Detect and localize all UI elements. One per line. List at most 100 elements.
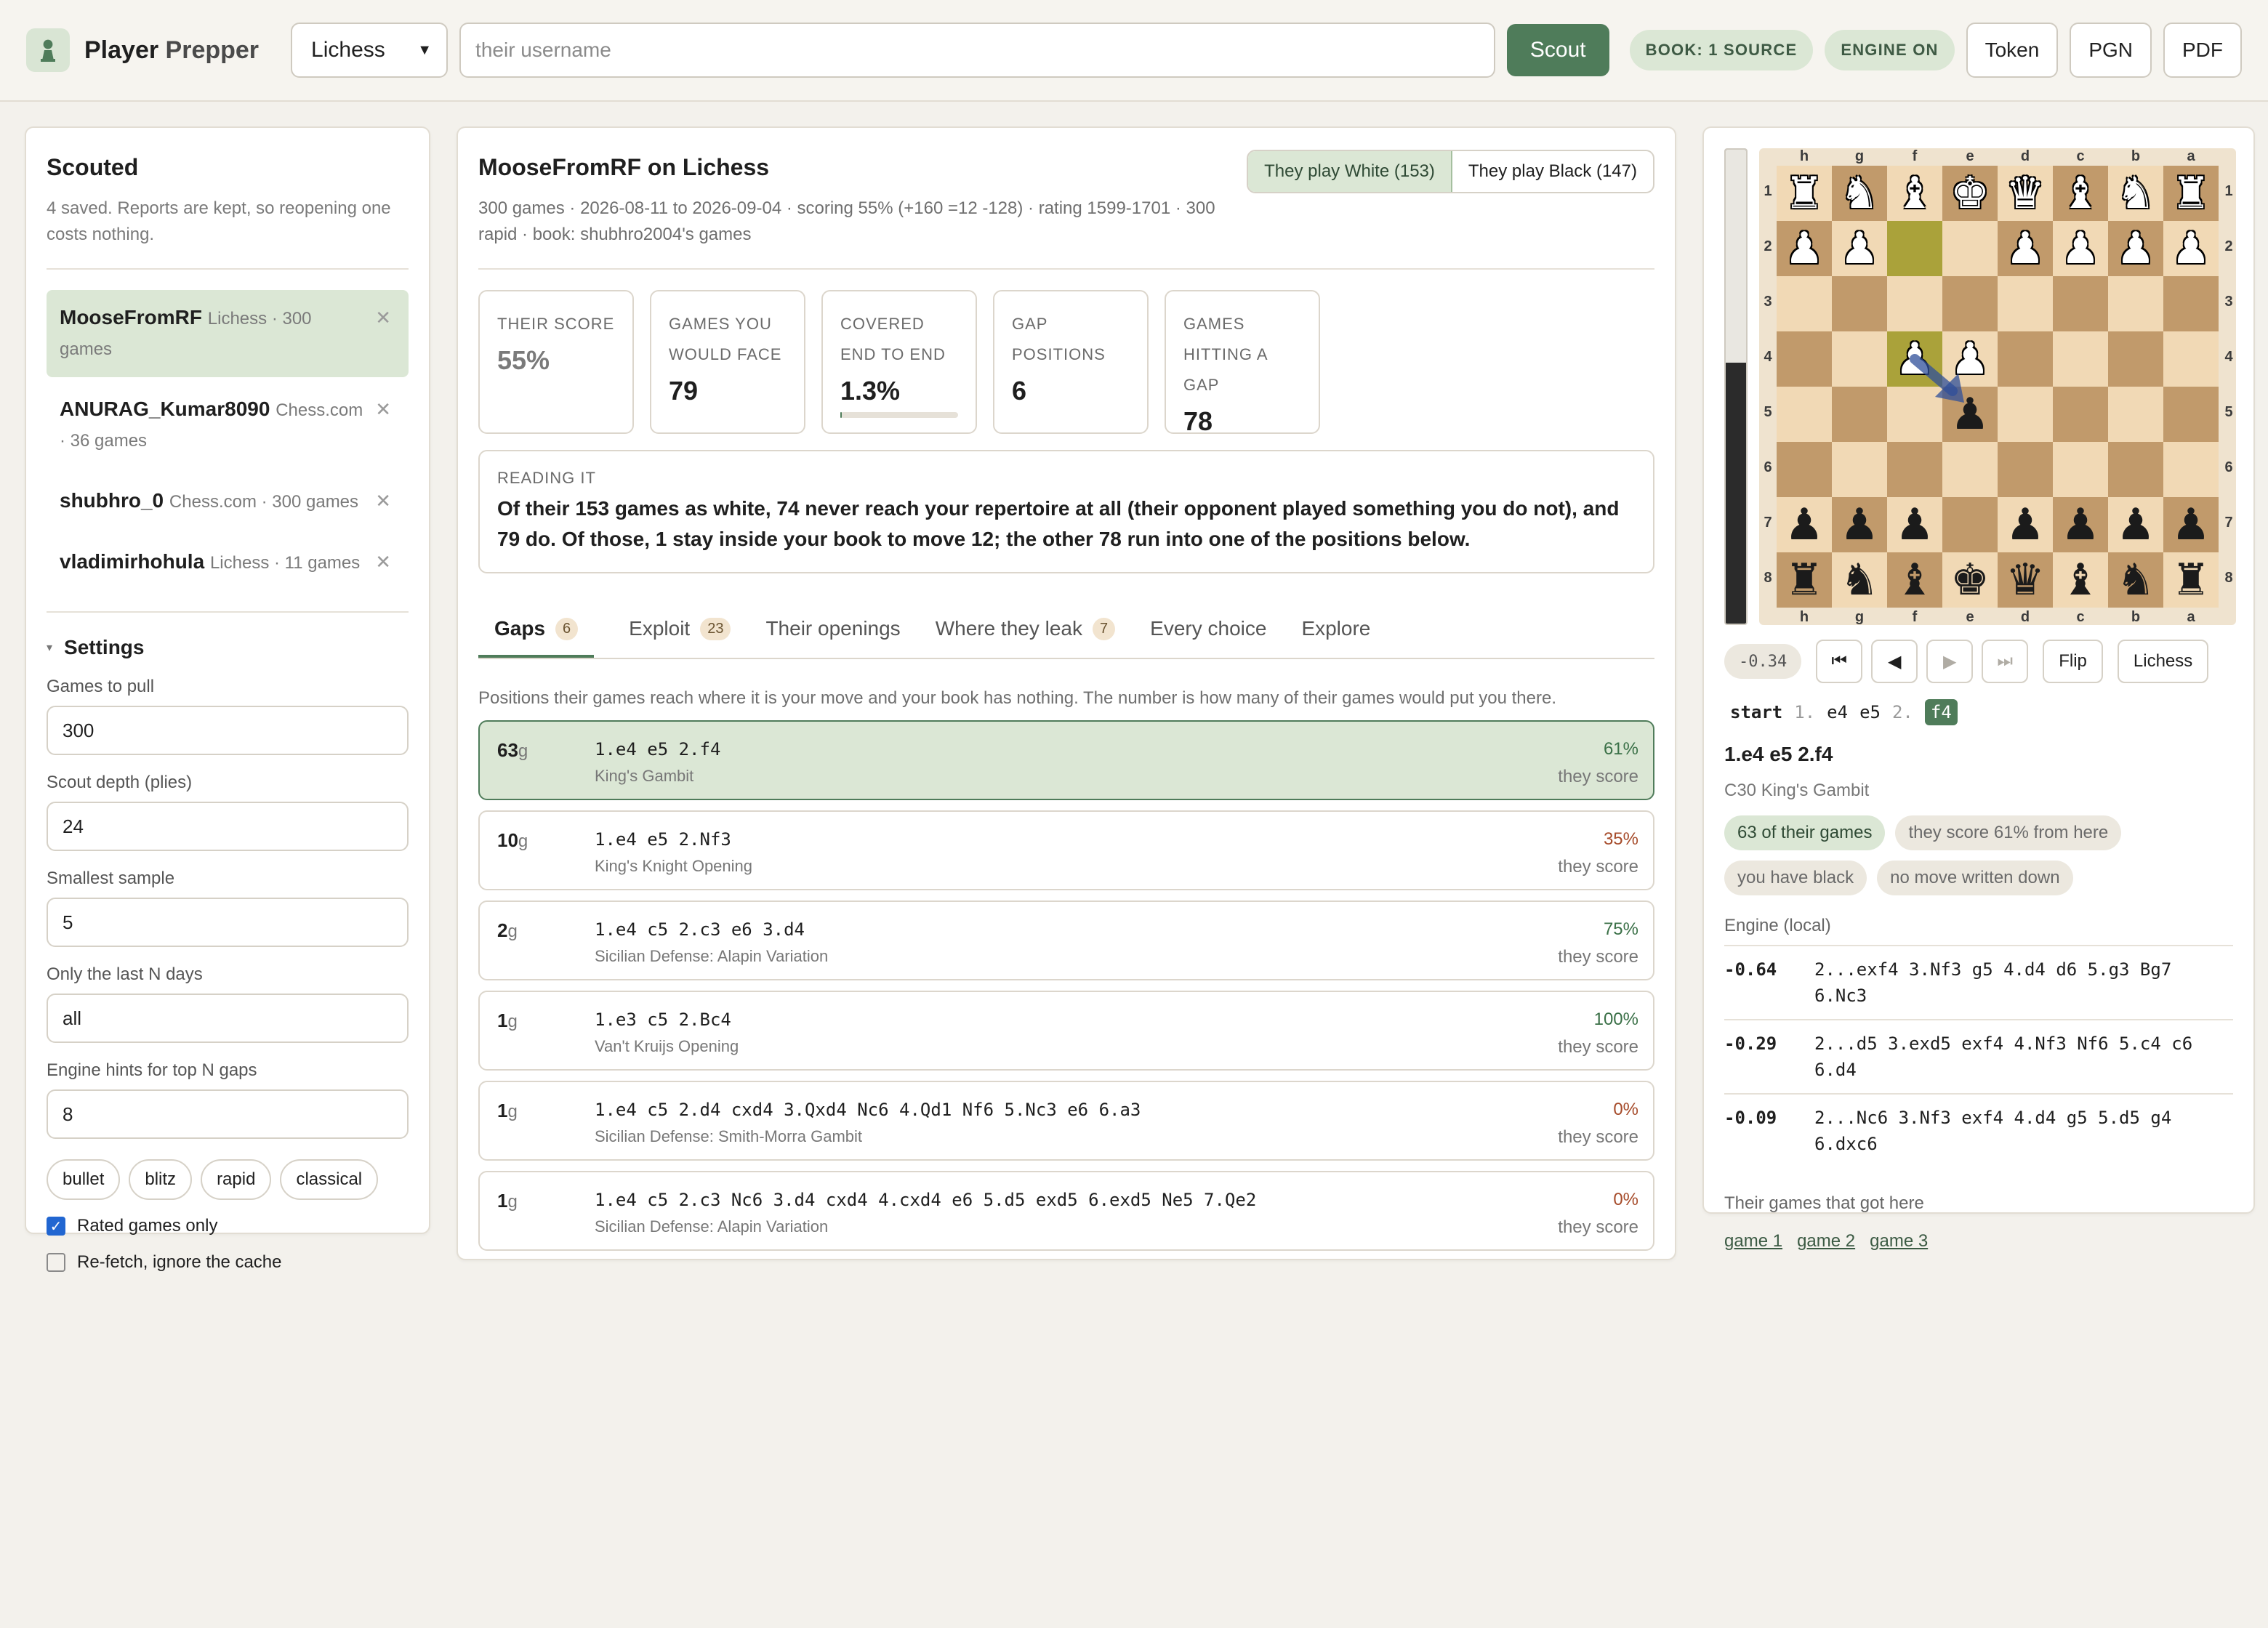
white-pawn-icon[interactable]: ♟ xyxy=(1895,337,1934,381)
square-e1[interactable]: ♚ xyxy=(1942,166,1998,221)
square-b5[interactable] xyxy=(2108,387,2163,442)
square-e8[interactable]: ♚ xyxy=(1942,552,1998,608)
square-c1[interactable]: ♝ xyxy=(2053,166,2108,221)
square-a7[interactable]: ♟ xyxy=(2163,497,2219,552)
square-c7[interactable]: ♟ xyxy=(2053,497,2108,552)
game-link[interactable]: game 2 xyxy=(1797,1231,1855,1252)
black-knight-icon[interactable]: ♞ xyxy=(2116,558,2155,602)
speed-chip-rapid[interactable]: rapid xyxy=(201,1159,272,1200)
square-a4[interactable] xyxy=(2163,331,2219,387)
square-a5[interactable] xyxy=(2163,387,2219,442)
move-e5[interactable]: e5 xyxy=(1859,702,1881,722)
white-pawn-icon[interactable]: ♟ xyxy=(1785,227,1824,270)
square-b6[interactable] xyxy=(2108,442,2163,497)
square-b3[interactable] xyxy=(2108,276,2163,331)
tab-their-openings[interactable]: Their openings xyxy=(765,617,900,658)
white-bishop-icon[interactable]: ♝ xyxy=(1895,172,1934,215)
square-g7[interactable]: ♟ xyxy=(1832,497,1887,552)
prev-move-icon[interactable]: ◀ xyxy=(1871,640,1918,683)
first-move-icon[interactable]: ⏮ xyxy=(1816,640,1863,683)
square-g2[interactable]: ♟ xyxy=(1832,221,1887,276)
last-move-icon[interactable]: ⏭ xyxy=(1982,640,2029,683)
black-king-icon[interactable]: ♚ xyxy=(1950,558,1990,602)
move-start[interactable]: start xyxy=(1730,702,1782,722)
square-d6[interactable] xyxy=(1998,442,2053,497)
gap-row[interactable]: 2g 1.e4 c5 2.c3 e6 3.d4 Sicilian Defense… xyxy=(478,900,1654,980)
tab-every-choice[interactable]: Every choice xyxy=(1150,617,1266,658)
black-pawn-icon[interactable]: ♟ xyxy=(1950,392,1990,436)
close-icon[interactable]: ✕ xyxy=(375,547,391,576)
white-rook-icon[interactable]: ♜ xyxy=(2171,172,2211,215)
flip-button[interactable]: Flip xyxy=(2043,640,2103,683)
square-d2[interactable]: ♟ xyxy=(1998,221,2053,276)
refetch-option[interactable]: Re-fetch, ignore the cache xyxy=(47,1252,409,1273)
move-f4[interactable]: f4 xyxy=(1924,699,1958,725)
gap-row[interactable]: 10g 1.e4 e5 2.Nf3 King's Knight Opening … xyxy=(478,810,1654,890)
games-to-pull-input[interactable]: 300 xyxy=(47,706,409,755)
square-e3[interactable] xyxy=(1942,276,1998,331)
square-c3[interactable] xyxy=(2053,276,2108,331)
username-input[interactable] xyxy=(459,23,1495,78)
square-b4[interactable] xyxy=(2108,331,2163,387)
square-g3[interactable] xyxy=(1832,276,1887,331)
last-n-days-input[interactable]: all xyxy=(47,994,409,1043)
smallest-sample-input[interactable]: 5 xyxy=(47,898,409,947)
engine-line[interactable]: -0.29 2...d5 3.exd5 exf4 4.Nf3 Nf6 5.c4 c… xyxy=(1724,1020,2233,1095)
square-a8[interactable]: ♜ xyxy=(2163,552,2219,608)
square-b2[interactable]: ♟ xyxy=(2108,221,2163,276)
white-queen-icon[interactable]: ♛ xyxy=(2006,172,2045,215)
square-h1[interactable]: ♜ xyxy=(1777,166,1832,221)
square-b1[interactable]: ♞ xyxy=(2108,166,2163,221)
white-pawn-icon[interactable]: ♟ xyxy=(2116,227,2155,270)
white-knight-icon[interactable]: ♞ xyxy=(1840,172,1879,215)
square-g8[interactable]: ♞ xyxy=(1832,552,1887,608)
square-a1[interactable]: ♜ xyxy=(2163,166,2219,221)
next-move-icon[interactable]: ▶ xyxy=(1926,640,1974,683)
square-a3[interactable] xyxy=(2163,276,2219,331)
square-d7[interactable]: ♟ xyxy=(1998,497,2053,552)
square-h5[interactable] xyxy=(1777,387,1832,442)
square-e2[interactable] xyxy=(1942,221,1998,276)
engine-hints-input[interactable]: 8 xyxy=(47,1089,409,1139)
square-c2[interactable]: ♟ xyxy=(2053,221,2108,276)
square-g1[interactable]: ♞ xyxy=(1832,166,1887,221)
tab-exploit[interactable]: Exploit 23 xyxy=(629,617,731,658)
square-g4[interactable] xyxy=(1832,331,1887,387)
square-f2[interactable] xyxy=(1887,221,1942,276)
scout-depth-input[interactable]: 24 xyxy=(47,802,409,851)
close-icon[interactable]: ✕ xyxy=(375,486,391,515)
square-f4[interactable]: ♟ xyxy=(1887,331,1942,387)
black-pawn-icon[interactable]: ♟ xyxy=(1840,503,1879,547)
square-e6[interactable] xyxy=(1942,442,1998,497)
tab-gaps[interactable]: Gaps 6 xyxy=(478,617,595,658)
square-d5[interactable] xyxy=(1998,387,2053,442)
white-rook-icon[interactable]: ♜ xyxy=(1785,172,1824,215)
square-h8[interactable]: ♜ xyxy=(1777,552,1832,608)
gap-row[interactable]: 1g 1.e4 c5 2.d4 cxd4 3.Qxd4 Nc6 4.Qd1 Nf… xyxy=(478,1081,1654,1161)
scouted-item[interactable]: vladimirhohula Lichess · 11 games ✕ xyxy=(47,534,409,591)
black-pawn-icon[interactable]: ♟ xyxy=(2061,503,2100,547)
square-c5[interactable] xyxy=(2053,387,2108,442)
black-bishop-icon[interactable]: ♝ xyxy=(1895,558,1934,602)
black-pawn-icon[interactable]: ♟ xyxy=(2171,503,2211,547)
game-link[interactable]: game 3 xyxy=(1870,1231,1928,1252)
square-d1[interactable]: ♛ xyxy=(1998,166,2053,221)
white-king-icon[interactable]: ♚ xyxy=(1950,172,1990,215)
square-h4[interactable] xyxy=(1777,331,1832,387)
square-e5[interactable]: ♟ xyxy=(1942,387,1998,442)
rated-only-option[interactable]: ✓ Rated games only xyxy=(47,1216,409,1236)
square-c8[interactable]: ♝ xyxy=(2053,552,2108,608)
square-b8[interactable]: ♞ xyxy=(2108,552,2163,608)
speed-chip-classical[interactable]: classical xyxy=(280,1159,379,1200)
scouted-item[interactable]: ANURAG_Kumar8090 Chess.com · 36 games ✕ xyxy=(47,382,409,469)
square-h7[interactable]: ♟ xyxy=(1777,497,1832,552)
square-f5[interactable] xyxy=(1887,387,1942,442)
tab-explore[interactable]: Explore xyxy=(1301,617,1370,658)
game-link[interactable]: game 1 xyxy=(1724,1231,1782,1252)
black-bishop-icon[interactable]: ♝ xyxy=(2061,558,2100,602)
white-pawn-icon[interactable]: ♟ xyxy=(1840,227,1879,270)
move-e4[interactable]: e4 xyxy=(1827,702,1848,722)
square-f3[interactable] xyxy=(1887,276,1942,331)
scout-button[interactable]: Scout xyxy=(1506,24,1609,76)
close-icon[interactable]: ✕ xyxy=(375,303,391,332)
